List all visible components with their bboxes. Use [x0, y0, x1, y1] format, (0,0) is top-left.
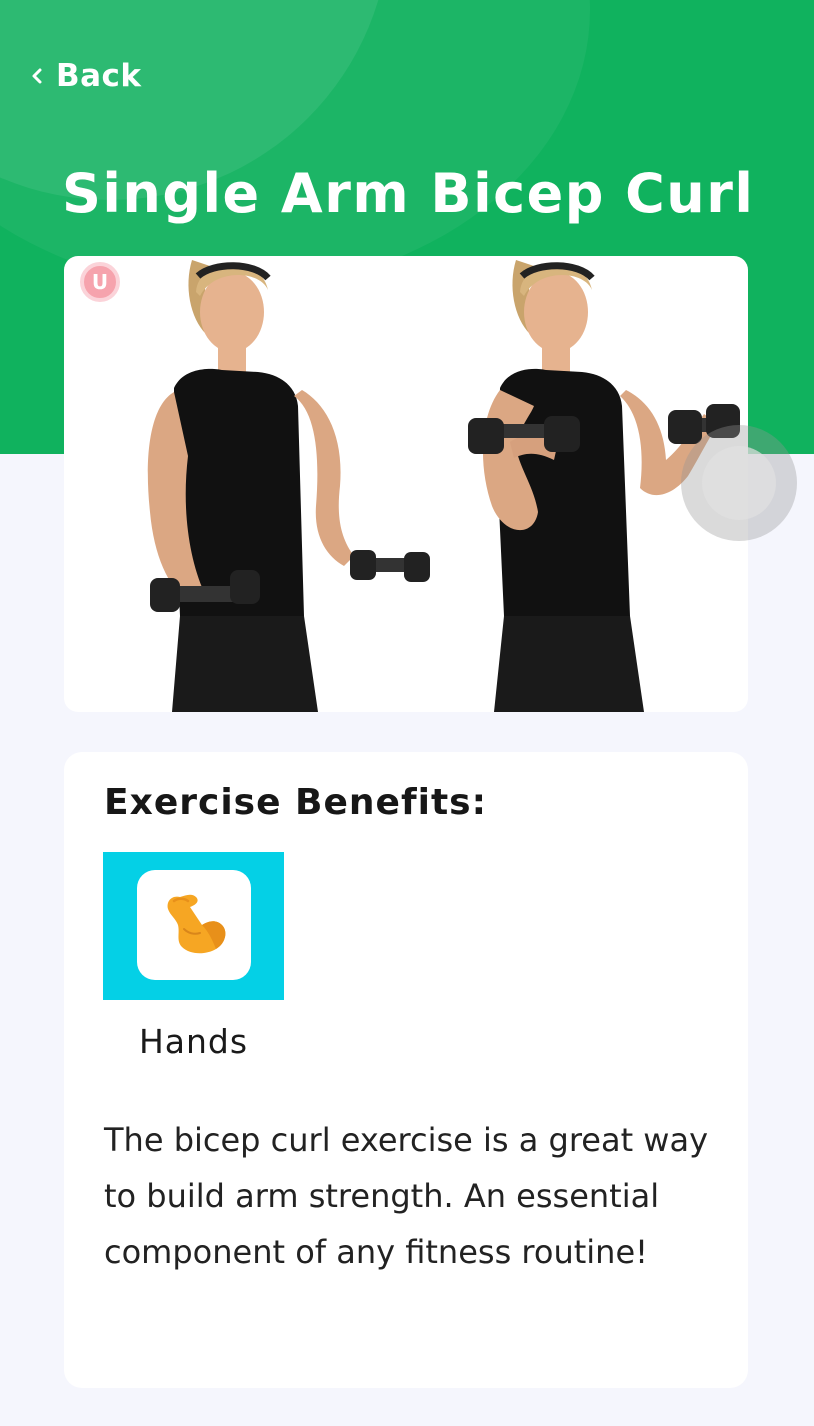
chevron-left-icon — [32, 68, 42, 84]
touch-indicator — [681, 425, 797, 541]
benefit-icon-container — [137, 870, 251, 980]
watermark-logo: U — [80, 262, 120, 302]
benefits-card: Exercise Benefits: Hands The bicep curl … — [64, 752, 748, 1388]
flexed-biceps-icon — [167, 894, 226, 954]
exercise-description: The bicep curl exercise is a great way t… — [104, 1121, 708, 1271]
exercise-detail-screen: Back Single Arm Bicep Curl U Exercise Be… — [0, 0, 814, 1426]
back-button-label: Back — [56, 58, 142, 94]
benefit-label-hands: Hands — [138, 1022, 249, 1061]
back-button[interactable]: Back — [28, 56, 142, 96]
touch-indicator-core — [702, 446, 776, 520]
exercise-image: U — [64, 256, 748, 712]
benefit-tile-hands[interactable] — [103, 852, 284, 1000]
page-title: Single Arm Bicep Curl — [62, 162, 755, 225]
exercise-illustration — [147, 260, 740, 712]
figure-arms-down — [147, 260, 430, 712]
benefits-heading: Exercise Benefits: — [104, 782, 487, 823]
